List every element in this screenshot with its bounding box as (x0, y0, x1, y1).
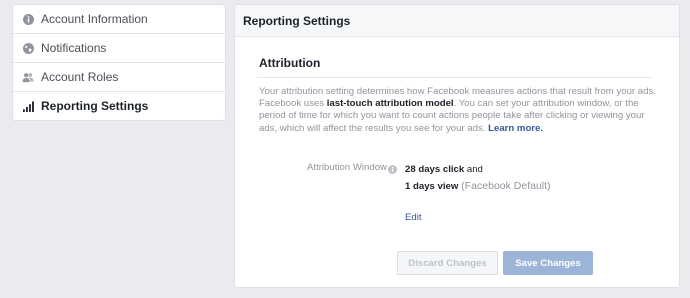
sidebar-item-account-information[interactable]: Account Information (13, 5, 225, 34)
and-text: and (464, 164, 483, 175)
people-icon (22, 71, 34, 83)
sidebar-item-reporting-settings[interactable]: Reporting Settings (13, 92, 225, 120)
sidebar-item-account-roles[interactable]: Account Roles (13, 63, 225, 92)
view-window-value: 1 days view (405, 181, 459, 192)
section-title: Attribution (259, 56, 321, 70)
discard-changes-button[interactable]: Discard Changes (397, 251, 498, 275)
edit-link[interactable]: Edit (405, 212, 422, 223)
info-icon[interactable] (388, 161, 397, 174)
bar-chart-icon (22, 100, 34, 112)
section-divider (257, 77, 651, 78)
settings-sidebar: Account Information Notifications Accoun… (12, 4, 226, 121)
sidebar-item-label: Account Information (41, 12, 148, 26)
sidebar-item-label: Reporting Settings (41, 99, 149, 113)
sidebar-item-label: Account Roles (41, 70, 119, 84)
click-window-row: 28 days click and (405, 161, 551, 178)
click-window-value: 28 days click (405, 164, 465, 175)
attribution-window-label: Attribution Window (307, 162, 387, 173)
info-circle-icon (22, 13, 34, 25)
sidebar-item-label: Notifications (41, 41, 107, 55)
sidebar-item-notifications[interactable]: Notifications (13, 34, 225, 63)
panel-title: Reporting Settings (235, 5, 679, 37)
default-note: (Facebook Default) (458, 180, 551, 192)
reporting-settings-panel: Reporting Settings Attribution Your attr… (234, 4, 680, 288)
save-changes-button[interactable]: Save Changes (503, 251, 593, 275)
attribution-window-values: 28 days click and 1 days view (Facebook … (405, 161, 551, 195)
globe-icon (22, 42, 34, 54)
learn-more-link[interactable]: Learn more. (488, 123, 543, 134)
view-window-row: 1 days view (Facebook Default) (405, 178, 551, 195)
attribution-description: Your attribution setting determines how … (259, 86, 659, 135)
description-bold-text: last-touch attribution model (326, 98, 454, 110)
